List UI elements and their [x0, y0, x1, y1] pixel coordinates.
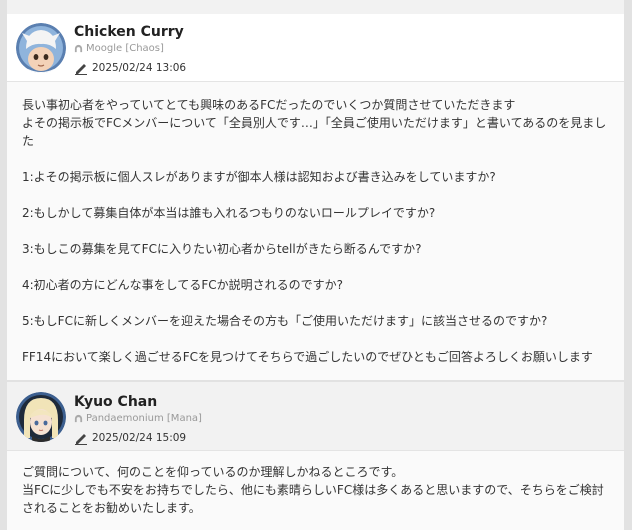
author-name[interactable]: Kyuo Chan — [74, 394, 157, 410]
forum-post: Chicken Curry Moogle [Chaos] 2025/02/24 … — [7, 14, 624, 380]
post-paragraph: FF14において楽しく過ごせるFCを見つけてそちらで過ごしたいのでぜひともご回答… — [22, 350, 593, 364]
miqote-chef-avatar-icon[interactable] — [16, 23, 66, 73]
post-header: Chicken Curry Moogle [Chaos] 2025/02/24 … — [7, 14, 624, 81]
blonde-character-avatar-icon[interactable] — [16, 392, 66, 442]
world-label: Moogle [Chaos] — [74, 43, 164, 54]
post-date: 2025/02/24 15:09 — [74, 431, 186, 445]
post-body: ご質問について、何のことを仰っているのか理解しかねるところです。 当FCに少しで… — [7, 451, 624, 530]
post-paragraph: 3:もしこの募集を見てFCに入りたい初心者からtellがきたら断るんですか? — [22, 242, 422, 256]
world-name: Moogle [Chaos] — [86, 43, 164, 54]
world-icon — [74, 414, 83, 423]
post-header: Kyuo Chan Pandaemonium [Mana] 2025/02/24… — [7, 382, 624, 450]
post-paragraph: 4:初心者の方にどんな事をしてるFCか説明されるのですか? — [22, 278, 343, 292]
post-paragraph: 2:もしかして募集自体が本当は誰も入れるつもりのないロールプレイですか? — [22, 206, 436, 220]
previous-post-edge — [7, 0, 624, 14]
post-paragraph: ご質問について、何のことを仰っているのか理解しかねるところです。 当FCに少しで… — [22, 465, 604, 515]
post-body: 長い事初心者をやっていてとても興味のあるFCだったのでいくつか質問させていただき… — [7, 82, 624, 380]
date-text: 2025/02/24 15:09 — [92, 432, 187, 444]
post-paragraph: 1:よその掲示板に個人スレがありますが御本人様は認知および書き込みをしていますか… — [22, 170, 496, 184]
post-date: 2025/02/24 13:06 — [74, 61, 186, 75]
post-paragraph: 長い事初心者をやっていてとても興味のあるFCだったのでいくつか質問させていただき… — [22, 98, 607, 148]
pencil-icon — [75, 434, 87, 445]
world-label: Pandaemonium [Mana] — [74, 413, 202, 424]
world-icon — [74, 44, 83, 53]
pencil-icon — [75, 64, 87, 75]
author-name[interactable]: Chicken Curry — [74, 24, 184, 40]
forum-post: Kyuo Chan Pandaemonium [Mana] 2025/02/24… — [7, 382, 624, 530]
world-name: Pandaemonium [Mana] — [86, 413, 202, 424]
date-text: 2025/02/24 13:06 — [92, 62, 187, 74]
post-paragraph: 5:もしFCに新しくメンバーを迎えた場合その方も「ご使用いただけます」に該当させ… — [22, 314, 548, 328]
